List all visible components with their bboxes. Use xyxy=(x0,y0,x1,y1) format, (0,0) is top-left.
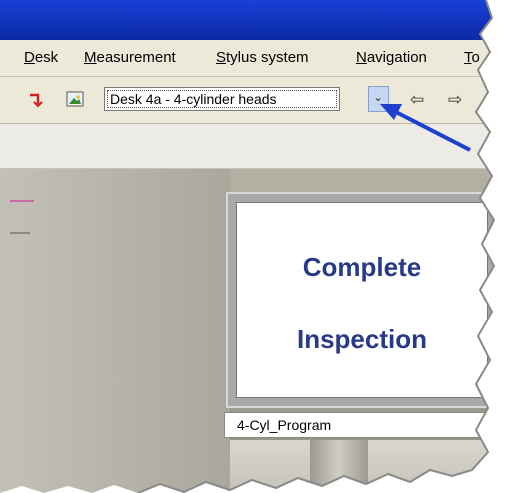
screenshot: Desk Measurement Stylus system Navigatio… xyxy=(0,0,506,493)
callout-arrow-icon xyxy=(380,104,471,152)
